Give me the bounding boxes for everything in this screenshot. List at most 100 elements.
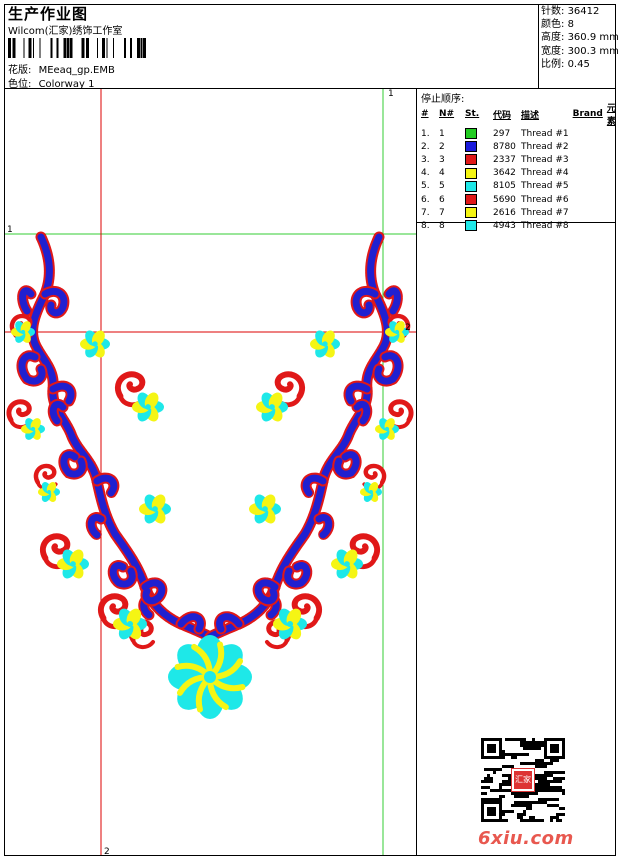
- qr-module: [535, 777, 538, 780]
- qr-module: [538, 819, 541, 822]
- qr-module: [520, 741, 523, 744]
- qr-module: [511, 810, 514, 813]
- flower-center: [384, 426, 390, 432]
- qr-module: [529, 816, 532, 819]
- qr-module: [556, 780, 559, 783]
- qr-module: [547, 771, 550, 774]
- qr-module: [559, 807, 562, 810]
- flower-center: [20, 329, 26, 335]
- qr-module: [520, 738, 523, 741]
- qr-module: [523, 801, 526, 804]
- qr-module: [532, 816, 535, 819]
- thread-row: 3. 3 2337 Thread #3: [421, 154, 569, 166]
- qr-module: [550, 798, 553, 801]
- qr-module: [523, 753, 526, 756]
- qr-module: [541, 762, 544, 765]
- qr-module: [523, 762, 526, 765]
- guide-label-top: 1: [388, 89, 394, 99]
- qr-module: [508, 738, 511, 741]
- qr-module: [520, 744, 523, 747]
- qr-module: [562, 792, 565, 795]
- qr-module: [517, 753, 520, 756]
- stat-colors: 颜色: 8: [541, 19, 574, 31]
- qr-finder: [487, 807, 496, 816]
- qr-finder: [550, 744, 559, 753]
- qr-module: [505, 819, 508, 822]
- flower: [132, 392, 164, 422]
- qr-module: [556, 816, 559, 819]
- qr-module: [553, 816, 556, 819]
- qr-module: [529, 801, 532, 804]
- qr-module: [550, 771, 553, 774]
- qr-module: [502, 780, 505, 783]
- qr-module: [514, 792, 517, 795]
- qr-module: [538, 789, 541, 792]
- flower-center: [126, 620, 134, 628]
- qr-module: [511, 756, 514, 759]
- barcode: [8, 38, 146, 58]
- qr-module: [529, 819, 532, 822]
- qr-module: [499, 768, 502, 771]
- thread-table: # N# St. 代码 描述 Brand 元素 1. 1 297 Thread #1 2…: [419, 101, 620, 233]
- qr-module: [526, 744, 529, 747]
- qr-module: [511, 792, 514, 795]
- qr-module: [535, 759, 538, 762]
- center-flower: [168, 635, 252, 719]
- qr-module: [535, 789, 538, 792]
- qr-module: [550, 780, 553, 783]
- qr-module: [532, 744, 535, 747]
- flower: [249, 494, 281, 524]
- qr-module: [490, 789, 493, 792]
- flower-center: [92, 341, 98, 347]
- qr-module: [484, 786, 487, 789]
- qr-module: [547, 762, 550, 765]
- qr-module: [523, 804, 526, 807]
- qr-module: [529, 807, 532, 810]
- flower-center: [344, 561, 350, 567]
- qr-module: [541, 798, 544, 801]
- guide-label-right: 2: [405, 323, 411, 333]
- qr-module: [517, 795, 520, 798]
- curl-stroke: [388, 399, 414, 423]
- qr-module: [526, 792, 529, 795]
- thread-table-header: # N# St. 代码 描述 Brand 元素: [421, 104, 616, 127]
- curl-stroke: [274, 371, 306, 400]
- flower: [310, 330, 340, 358]
- qr-module: [544, 798, 547, 801]
- qr-module: [553, 804, 556, 807]
- qr-module: [526, 762, 529, 765]
- qr-module: [535, 774, 538, 777]
- qr-module: [556, 789, 559, 792]
- qr-module: [538, 741, 541, 744]
- qr-module: [541, 759, 544, 762]
- qr-module: [493, 798, 496, 801]
- stat-height: 高度: 360.9 mm: [541, 32, 619, 44]
- qr-module: [553, 777, 556, 780]
- qr-module: [538, 801, 541, 804]
- qr-module: [550, 786, 553, 789]
- qr-module: [526, 807, 529, 810]
- qr-module: [541, 741, 544, 744]
- qr-module: [547, 774, 550, 777]
- qr-module: [529, 762, 532, 765]
- guide-label-left: 1: [7, 225, 13, 235]
- qr-module: [562, 807, 565, 810]
- qr-module: [532, 738, 535, 741]
- qr-module: [514, 756, 517, 759]
- qr-module: [511, 804, 514, 807]
- qr-module: [487, 780, 490, 783]
- qr-module: [541, 801, 544, 804]
- qr-module: [487, 777, 490, 780]
- qr-module: [523, 819, 526, 822]
- qr-module: [547, 783, 550, 786]
- qr-module: [556, 777, 559, 780]
- thread-row: 7. 7 2616 Thread #7: [421, 207, 569, 219]
- qr-module: [535, 765, 538, 768]
- qr-module: [538, 780, 541, 783]
- qr-module: [499, 783, 502, 786]
- qr-module: [508, 753, 511, 756]
- qr-module: [487, 768, 490, 771]
- qr-module: [523, 741, 526, 744]
- qr-module: [499, 795, 502, 798]
- qr-module: [532, 741, 535, 744]
